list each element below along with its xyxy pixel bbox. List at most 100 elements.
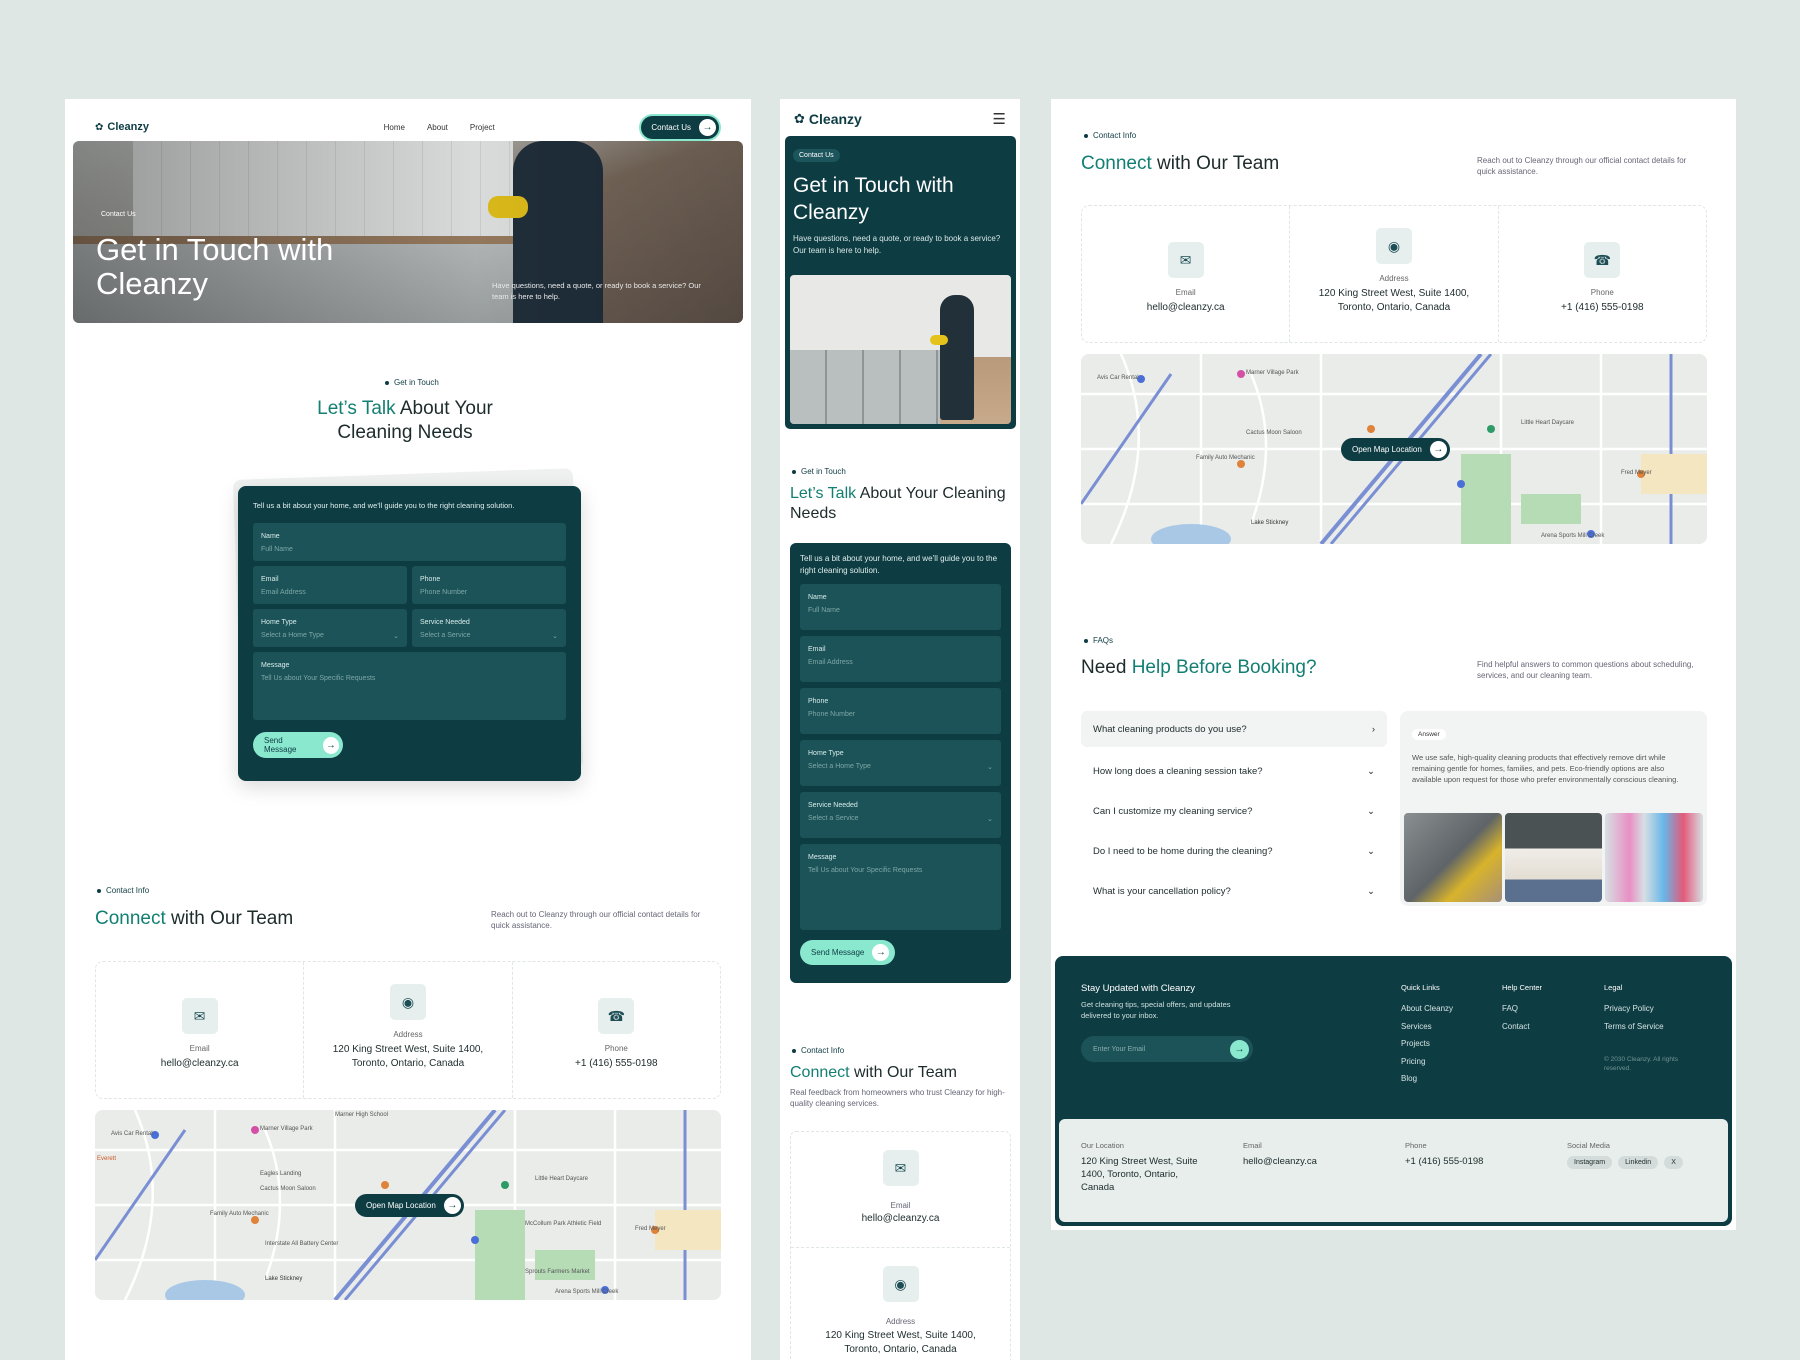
svg-text:Avis Car Rental: Avis Car Rental: [111, 1131, 153, 1137]
svg-text:Lake Stickney: Lake Stickney: [1251, 520, 1288, 526]
mobile-home-type-select[interactable]: Home Type Select a Home Type ⌄: [800, 740, 1001, 786]
right-map[interactable]: Avis Car Rental Marner Village Park Cact…: [1081, 354, 1707, 544]
right-phone-label: Phone: [1590, 288, 1614, 297]
x-button[interactable]: X: [1664, 1156, 1683, 1169]
newsletter-email-input[interactable]: Enter Your Email →: [1081, 1036, 1253, 1062]
email-phone-row: Email Email Address Phone Phone Number: [253, 566, 566, 604]
right-contact-description: Reach out to Cleanzy through our officia…: [1477, 156, 1687, 177]
footer-link-privacy[interactable]: Privacy Policy: [1604, 1000, 1704, 1018]
footer-link-blog[interactable]: Blog: [1401, 1070, 1453, 1088]
footer-link-services[interactable]: Services: [1401, 1018, 1453, 1036]
mobile-email-card-value[interactable]: hello@cleanzy.ca: [791, 1213, 1010, 1224]
phone-label: Phone: [420, 576, 441, 583]
right-page-card: Contact Info Connect with Our Team Reach…: [1051, 99, 1736, 1230]
svg-text:Family Auto Mechanic: Family Auto Mechanic: [1196, 455, 1255, 461]
name-field[interactable]: Name Full Name: [253, 523, 566, 561]
phone-icon: ☎: [1584, 242, 1621, 278]
faq-item-1[interactable]: What cleaning products do you use? ›: [1081, 711, 1387, 747]
mobile-contact-description: Real feedback from homeowners who trust …: [790, 1088, 1005, 1109]
mobile-name-field[interactable]: Name Full Name: [800, 584, 1001, 630]
contact-info-tag: Contact Info: [97, 886, 149, 895]
phone-card-value[interactable]: +1 (416) 555-0198: [513, 1057, 720, 1071]
site-footer: Stay Updated with Cleanzy Get cleaning t…: [1055, 956, 1732, 1226]
service-select[interactable]: Service Needed Select a Service ⌄: [412, 609, 566, 647]
faq-heading-highlight: Help Before Booking?: [1131, 657, 1317, 678]
footer-link-faq[interactable]: FAQ: [1502, 1000, 1542, 1018]
svg-text:Arena Sports Mill Creek: Arena Sports Mill Creek: [1541, 533, 1605, 539]
mobile-home-type-placeholder: Select a Home Type: [808, 763, 871, 770]
footer-link-pricing[interactable]: Pricing: [1401, 1053, 1453, 1071]
hamburger-menu-icon[interactable]: ☰: [993, 110, 1006, 128]
mail-icon: ✉: [882, 1150, 919, 1186]
contact-us-button[interactable]: Contact Us →: [639, 113, 721, 141]
mobile-service-select[interactable]: Service Needed Select a Service ⌄: [800, 792, 1001, 838]
mobile-service-label: Service Needed: [808, 802, 858, 809]
home-type-placeholder: Select a Home Type: [261, 632, 324, 639]
footer-link-contact[interactable]: Contact: [1502, 1018, 1542, 1036]
mobile-contact-cards: ✉ Email hello@cleanzy.ca ◉ Address 120 K…: [790, 1131, 1011, 1360]
right-contact-highlight: Connect: [1081, 153, 1152, 174]
newsletter-email-placeholder: Enter Your Email: [1093, 1045, 1146, 1053]
footer-social: Social Media Instagram Linkedin X: [1567, 1141, 1683, 1169]
hero-description: Have questions, need a quote, or ready t…: [492, 281, 701, 301]
desktop-page-card: ✿ Cleanzy Home About Project Contact Us …: [65, 99, 751, 1360]
footer-link-about[interactable]: About Cleanzy: [1401, 1000, 1453, 1018]
faq-item-5[interactable]: What is your cancellation policy? ⌄: [1081, 871, 1387, 911]
mobile-brand-logo[interactable]: ✿ Cleanzy: [794, 111, 862, 127]
svg-text:Cactus Moon Saloon: Cactus Moon Saloon: [260, 1186, 316, 1192]
mobile-message-field[interactable]: Message Tell Us about Your Specific Requ…: [800, 844, 1001, 930]
brand-logo[interactable]: ✿ Cleanzy: [95, 121, 149, 133]
svg-text:Marner Village Park: Marner Village Park: [1246, 370, 1300, 376]
contact-heading-rest: with Our Team: [165, 908, 294, 929]
mobile-phone-placeholder: Phone Number: [808, 711, 856, 718]
help-center-title: Help Center: [1502, 983, 1543, 992]
home-type-select[interactable]: Home Type Select a Home Type ⌄: [253, 609, 407, 647]
email-card-value[interactable]: hello@cleanzy.ca: [96, 1057, 303, 1071]
right-phone-value[interactable]: +1 (416) 555-0198: [1499, 301, 1706, 315]
address-card: ◉ Address 120 King Street West, Suite 14…: [304, 962, 513, 1098]
contact-heading-highlight: Connect: [95, 908, 166, 929]
faq-heading-pre: Need: [1081, 657, 1132, 678]
faq-item-4[interactable]: Do I need to be home during the cleaning…: [1081, 831, 1387, 871]
faq-question-1: What cleaning products do you use?: [1093, 723, 1247, 735]
desktop-map[interactable]: Avis Car Rental Marner Village Park Marn…: [95, 1110, 721, 1300]
nav-project[interactable]: Project: [470, 123, 495, 132]
footer-phone-value[interactable]: +1 (416) 555-0198: [1405, 1156, 1483, 1167]
mobile-email-field[interactable]: Email Email Address: [800, 636, 1001, 682]
mobile-home-type-label: Home Type: [808, 750, 844, 757]
leaf-icon: ✿: [95, 121, 104, 133]
mobile-image-cabinets: [790, 350, 940, 424]
svg-text:Everett: Everett: [97, 1156, 116, 1162]
mobile-image-person: [940, 295, 974, 420]
mobile-send-message-button[interactable]: Send Message →: [800, 940, 895, 965]
right-email-value[interactable]: hello@cleanzy.ca: [1082, 301, 1289, 315]
mobile-contact-rest: with Our Team: [849, 1064, 957, 1081]
send-message-button[interactable]: Send Message →: [253, 732, 343, 758]
footer-link-projects[interactable]: Projects: [1401, 1035, 1453, 1053]
right-address-value: 120 King Street West, Suite 1400, Toront…: [1318, 288, 1470, 313]
mobile-phone-label: Phone: [808, 698, 829, 705]
contact-info-heading: Connect with Our Team: [95, 907, 293, 931]
right-address-label: Address: [1379, 274, 1409, 283]
footer-email-value[interactable]: hello@cleanzy.ca: [1243, 1156, 1317, 1167]
right-open-map-button[interactable]: Open Map Location →: [1341, 438, 1450, 461]
name-label: Name: [261, 533, 280, 540]
message-field[interactable]: Message Tell Us about Your Specific Requ…: [253, 652, 566, 720]
footer-contact-bar: Our Location 120 King Street West, Suite…: [1059, 1119, 1728, 1222]
open-map-location-button[interactable]: Open Map Location →: [355, 1194, 464, 1217]
mobile-phone-field[interactable]: Phone Phone Number: [800, 688, 1001, 734]
phone-field[interactable]: Phone Phone Number: [412, 566, 566, 604]
phone-icon: ☎: [598, 998, 635, 1034]
email-field[interactable]: Email Email Address: [253, 566, 407, 604]
submit-arrow-icon[interactable]: →: [1230, 1039, 1249, 1059]
nav-home[interactable]: Home: [384, 123, 405, 132]
form-intro: Tell us a bit about your home, and we’ll…: [253, 501, 515, 510]
instagram-button[interactable]: Instagram: [1567, 1156, 1613, 1169]
faq-item-2[interactable]: How long does a cleaning session take? ⌄: [1081, 751, 1387, 791]
main-nav: Home About Project: [384, 123, 495, 132]
nav-about[interactable]: About: [427, 123, 448, 132]
footer-link-terms[interactable]: Terms of Service: [1604, 1018, 1704, 1036]
talk-heading: Let’s Talk About Your Cleaning Needs: [295, 397, 515, 445]
linkedin-button[interactable]: Linkedin: [1618, 1156, 1659, 1169]
faq-item-3[interactable]: Can I customize my cleaning service? ⌄: [1081, 791, 1387, 831]
